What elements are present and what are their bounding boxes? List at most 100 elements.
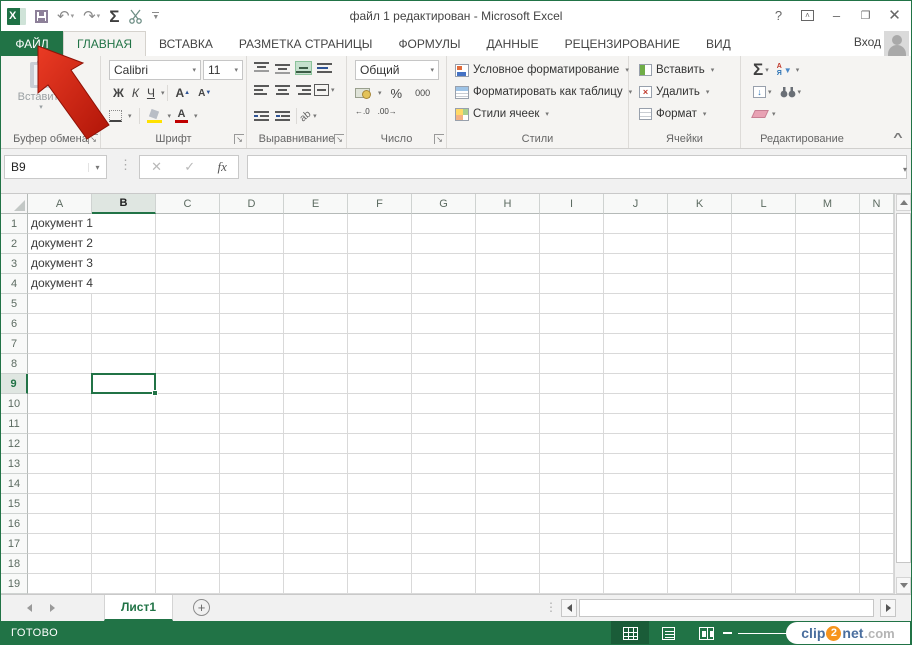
cell-M11[interactable]	[796, 414, 860, 434]
row-header-17[interactable]: 17	[1, 534, 28, 554]
cell-I9[interactable]	[540, 374, 604, 394]
cell-G1[interactable]	[412, 214, 476, 234]
vertical-scrollbar[interactable]	[894, 194, 911, 594]
cell-K1[interactable]	[668, 214, 732, 234]
column-header-N[interactable]: N	[860, 194, 894, 214]
cell-L9[interactable]	[732, 374, 796, 394]
cells-button-2[interactable]: Формат▾	[639, 103, 714, 125]
cell-M1[interactable]	[796, 214, 860, 234]
row-header-13[interactable]: 13	[1, 454, 28, 474]
redo-button[interactable]: ↷▾	[83, 9, 100, 24]
paste-button[interactable]: Вставить ▾	[11, 62, 71, 111]
page-break-view-button[interactable]	[687, 621, 725, 645]
wrap-text-icon[interactable]	[317, 62, 332, 74]
increase-indent-icon[interactable]	[275, 110, 290, 122]
cell-E4[interactable]	[284, 274, 348, 294]
row-header-3[interactable]: 3	[1, 254, 28, 274]
cell-H7[interactable]	[476, 334, 540, 354]
cell-J12[interactable]	[604, 434, 668, 454]
cell-M2[interactable]	[796, 234, 860, 254]
cell-A16[interactable]	[28, 514, 92, 534]
cut-button[interactable]	[128, 9, 143, 24]
cell-B6[interactable]	[92, 314, 156, 334]
cell-J19[interactable]	[604, 574, 668, 594]
cell-C2[interactable]	[156, 234, 220, 254]
column-header-E[interactable]: E	[284, 194, 348, 214]
italic-button[interactable]: К	[128, 84, 143, 102]
undo-dropdown-icon[interactable]: ▾	[71, 13, 75, 20]
cell-B10[interactable]	[92, 394, 156, 414]
collapse-ribbon-icon[interactable]: ˄	[893, 131, 902, 142]
cell-I4[interactable]	[540, 274, 604, 294]
cell-F2[interactable]	[348, 234, 412, 254]
cell-F10[interactable]	[348, 394, 412, 414]
cell-C5[interactable]	[156, 294, 220, 314]
cell-A5[interactable]	[28, 294, 92, 314]
vertical-scroll-thumb[interactable]	[896, 213, 911, 563]
cell-L17[interactable]	[732, 534, 796, 554]
cell-I17[interactable]	[540, 534, 604, 554]
font-color-dropdown-icon[interactable]: ▾	[194, 112, 198, 120]
tab-splitter-grip[interactable]: ⋮	[545, 600, 557, 614]
cell-N1[interactable]	[860, 214, 894, 234]
cell-E18[interactable]	[284, 554, 348, 574]
zoom-out-button[interactable]	[723, 632, 732, 634]
sheet-tab-list1[interactable]: Лист1	[104, 595, 173, 621]
cell-L11[interactable]	[732, 414, 796, 434]
cell-K8[interactable]	[668, 354, 732, 374]
confirm-entry-icon[interactable]: ✓	[184, 159, 195, 175]
cell-B14[interactable]	[92, 474, 156, 494]
cell-E11[interactable]	[284, 414, 348, 434]
cell-K15[interactable]	[668, 494, 732, 514]
percent-style-button[interactable]: %	[387, 84, 407, 102]
cell-M15[interactable]	[796, 494, 860, 514]
cell-H9[interactable]	[476, 374, 540, 394]
cell-C18[interactable]	[156, 554, 220, 574]
cell-F1[interactable]	[348, 214, 412, 234]
cell-A15[interactable]	[28, 494, 92, 514]
cell-N2[interactable]	[860, 234, 894, 254]
cell-N7[interactable]	[860, 334, 894, 354]
cell-A12[interactable]	[28, 434, 92, 454]
cell-N8[interactable]	[860, 354, 894, 374]
cell-I14[interactable]	[540, 474, 604, 494]
cell-A8[interactable]	[28, 354, 92, 374]
cell-G10[interactable]	[412, 394, 476, 414]
customize-quick-access-icon[interactable]: ▼	[152, 12, 159, 21]
cell-I11[interactable]	[540, 414, 604, 434]
cell-B19[interactable]	[92, 574, 156, 594]
cell-H14[interactable]	[476, 474, 540, 494]
cell-L13[interactable]	[732, 454, 796, 474]
cell-D16[interactable]	[220, 514, 284, 534]
cell-B7[interactable]	[92, 334, 156, 354]
cell-H11[interactable]	[476, 414, 540, 434]
cell-N18[interactable]	[860, 554, 894, 574]
autosum-ribbon-button[interactable]: Σ▾	[753, 60, 769, 80]
row-header-12[interactable]: 12	[1, 434, 28, 454]
cell-C19[interactable]	[156, 574, 220, 594]
cell-I7[interactable]	[540, 334, 604, 354]
cell-B18[interactable]	[92, 554, 156, 574]
cell-M5[interactable]	[796, 294, 860, 314]
cell-N15[interactable]	[860, 494, 894, 514]
cell-M19[interactable]	[796, 574, 860, 594]
cell-K19[interactable]	[668, 574, 732, 594]
cell-F11[interactable]	[348, 414, 412, 434]
cell-B16[interactable]	[92, 514, 156, 534]
cell-C3[interactable]	[156, 254, 220, 274]
column-header-I[interactable]: I	[540, 194, 604, 214]
cell-B1[interactable]	[92, 214, 156, 234]
cell-K7[interactable]	[668, 334, 732, 354]
tab-file[interactable]: ФАЙЛ	[1, 31, 63, 56]
cell-E10[interactable]	[284, 394, 348, 414]
font-name-select[interactable]: Calibri▾	[109, 60, 201, 80]
cell-I18[interactable]	[540, 554, 604, 574]
cell-N17[interactable]	[860, 534, 894, 554]
cell-F4[interactable]	[348, 274, 412, 294]
cell-N16[interactable]	[860, 514, 894, 534]
tab-формулы[interactable]: ФОРМУЛЫ	[385, 31, 473, 56]
cell-A18[interactable]	[28, 554, 92, 574]
cell-C4[interactable]	[156, 274, 220, 294]
cell-G12[interactable]	[412, 434, 476, 454]
paste-dropdown-icon[interactable]: ▾	[11, 103, 71, 111]
